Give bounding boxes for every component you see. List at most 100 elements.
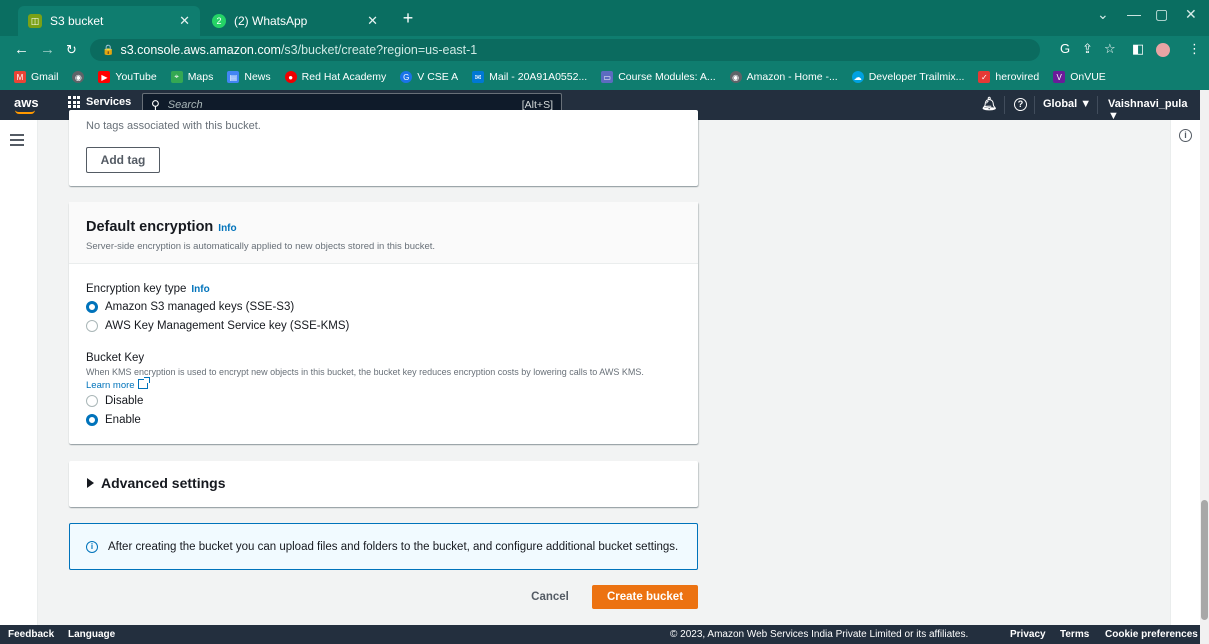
tab-s3-bucket[interactable]: ◫ S3 bucket ✕ <box>18 6 200 36</box>
no-tags-text: No tags associated with this bucket. <box>86 120 261 132</box>
bookmarks-bar: M Gmail ◉ ▶ YouTube ⌖ Maps ▤ News ● Red Hat A… <box>0 64 1209 90</box>
bucket-key-label: Bucket Key <box>86 352 145 364</box>
bookmark-maps[interactable]: ⌖ Maps <box>170 71 213 83</box>
hamburger-menu-icon[interactable] <box>10 134 24 149</box>
bookmark-red-hat[interactable]: ● Red Hat Academy <box>284 71 386 83</box>
caret-right-icon <box>87 478 94 488</box>
cancel-button[interactable]: Cancel <box>520 585 580 609</box>
left-navigation-rail <box>0 120 38 625</box>
bookmark-star-icon[interactable]: ☆ <box>1104 41 1116 57</box>
bookmark-gmail[interactable]: M Gmail <box>14 71 58 83</box>
privacy-link[interactable]: Privacy <box>1010 629 1046 640</box>
back-arrow-icon[interactable]: ← <box>14 41 29 58</box>
bookmark-course-modules[interactable]: ▭ Course Modules: A... <box>601 71 716 83</box>
page-scrollbar-thumb[interactable] <box>1201 500 1208 620</box>
bucket-key-description: When KMS encryption is used to encrypt n… <box>86 367 644 377</box>
share-icon[interactable]: ⇪ <box>1082 41 1093 57</box>
radio-bucket-key-disable[interactable]: Disable <box>86 395 143 407</box>
create-bucket-button[interactable]: Create bucket <box>592 585 698 609</box>
advanced-settings-title: Advanced settings <box>101 475 226 491</box>
console-footer: Feedback Language © 2023, Amazon Web Ser… <box>0 625 1200 644</box>
bookmark-mail[interactable]: ✉ Mail - 20A91A0552... <box>472 71 587 83</box>
herovired-icon: ✓ <box>978 71 991 83</box>
radio-selected-icon[interactable] <box>86 301 98 313</box>
restore-icon[interactable]: ▢ <box>1155 6 1168 23</box>
terms-link[interactable]: Terms <box>1060 629 1089 640</box>
external-link-icon <box>137 377 150 389</box>
copyright-text: © 2023, Amazon Web Services India Privat… <box>670 629 969 640</box>
encryption-description: Server-side encryption is automatically … <box>86 241 436 252</box>
help-icon[interactable]: ? <box>1014 98 1027 111</box>
side-panel-icon[interactable]: ◧ <box>1132 41 1144 57</box>
notifications-bell-icon[interactable]: 🔔︎ <box>981 96 998 112</box>
outlook-icon: ✉ <box>472 71 485 83</box>
youtube-icon: ▶ <box>98 71 111 83</box>
bookmark-amazon-home[interactable]: ◉ Amazon - Home -... <box>729 71 838 83</box>
profile-avatar[interactable] <box>1156 43 1170 57</box>
radio-bucket-key-enable[interactable]: Enable <box>86 414 141 426</box>
url-path: /s3/bucket/create?region=us-east-1 <box>280 43 478 57</box>
radio-selected-icon[interactable] <box>86 414 98 426</box>
radio-sse-s3[interactable]: Amazon S3 managed keys (SSE-S3) <box>86 301 294 313</box>
account-menu[interactable]: Vaishnavi_pula ▼ <box>1108 98 1200 122</box>
bookmark-onvue[interactable]: V OnVUE <box>1053 71 1106 83</box>
bookmark-herovired[interactable]: ✓ herovired <box>978 71 1039 83</box>
gmail-icon: M <box>14 71 26 83</box>
encryption-info-link[interactable]: Info <box>218 223 236 234</box>
info-alert: i After creating the bucket you can uplo… <box>69 523 698 570</box>
cookie-preferences-link[interactable]: Cookie preferences <box>1105 629 1198 640</box>
minimize-icon[interactable]: — <box>1127 6 1141 22</box>
tab-search-icon[interactable]: ⌄ <box>1097 6 1109 23</box>
tab-title: S3 bucket <box>50 14 104 28</box>
reload-icon[interactable]: ↻ <box>66 42 77 58</box>
close-window-icon[interactable]: ✕ <box>1185 6 1197 23</box>
radio-sse-kms[interactable]: AWS Key Management Service key (SSE-KMS) <box>86 320 349 332</box>
encryption-key-type-label: Encryption key type Info <box>86 283 210 295</box>
feedback-link[interactable]: Feedback <box>8 629 54 640</box>
advanced-settings-expander[interactable]: Advanced settings <box>69 461 698 507</box>
google-icon[interactable]: G <box>1060 41 1070 56</box>
url-bar[interactable]: 🔒 s3.console.aws.amazon.com/s3/bucket/cr… <box>90 39 1040 61</box>
tags-panel: No tags associated with this bucket. Add… <box>69 110 698 186</box>
right-tools-rail: i <box>1170 120 1200 625</box>
aws-logo[interactable]: aws <box>14 95 39 114</box>
globe-icon: ◉ <box>72 71 85 83</box>
close-tab-icon[interactable]: ✕ <box>179 13 190 29</box>
maps-icon: ⌖ <box>170 71 183 83</box>
whatsapp-favicon-icon: 2 <box>212 14 226 28</box>
encryption-header: Default encryption Info Server-side encry… <box>69 202 698 264</box>
grid-icon <box>68 96 80 108</box>
close-tab-icon[interactable]: ✕ <box>367 13 378 29</box>
globe-icon: ◉ <box>729 71 742 83</box>
region-selector[interactable]: Global ▼ <box>1043 98 1091 110</box>
trailhead-icon: ☁ <box>851 71 864 83</box>
browser-tab-bar: ◫ S3 bucket ✕ 2 (2) WhatsApp ✕ + ⌄ — ▢ ✕ <box>0 0 1209 36</box>
s3-favicon-icon: ◫ <box>28 14 42 28</box>
new-tab-button[interactable]: + <box>396 8 420 29</box>
bookmark-youtube[interactable]: ▶ YouTube <box>98 71 157 83</box>
services-menu-button[interactable]: Services <box>68 96 131 108</box>
bookmark-news[interactable]: ▤ News <box>227 71 271 83</box>
key-type-info-link[interactable]: Info <box>191 284 209 295</box>
lock-icon: 🔒 <box>102 44 115 56</box>
info-icon: i <box>86 540 98 553</box>
tab-whatsapp[interactable]: 2 (2) WhatsApp ✕ <box>202 6 388 36</box>
browser-menu-icon[interactable]: ⋮ <box>1188 41 1201 57</box>
language-link[interactable]: Language <box>68 629 115 640</box>
learn-more-link[interactable]: Learn more <box>86 377 150 391</box>
bookmark-globe[interactable]: ◉ <box>72 71 85 83</box>
info-panel-icon[interactable]: i <box>1179 129 1192 142</box>
classroom-icon: G <box>400 71 413 83</box>
info-alert-text: After creating the bucket you can upload… <box>108 540 679 553</box>
tab-title: (2) WhatsApp <box>234 14 308 28</box>
search-placeholder: Search <box>167 98 203 111</box>
course-icon: ▭ <box>601 71 614 83</box>
forward-arrow-icon[interactable]: → <box>40 41 55 58</box>
bookmark-v-cse-a[interactable]: GV CSE A <box>400 71 458 83</box>
add-tag-button[interactable]: Add tag <box>86 147 160 173</box>
url-host: s3.console.aws.amazon.com <box>120 43 281 57</box>
radio-unselected-icon[interactable] <box>86 395 98 407</box>
radio-unselected-icon[interactable] <box>86 320 98 332</box>
address-bar-row: ← → ↻ 🔒 s3.console.aws.amazon.com/s3/buc… <box>0 36 1209 64</box>
bookmark-developer-trailmix[interactable]: ☁ Developer Trailmix... <box>851 71 964 83</box>
